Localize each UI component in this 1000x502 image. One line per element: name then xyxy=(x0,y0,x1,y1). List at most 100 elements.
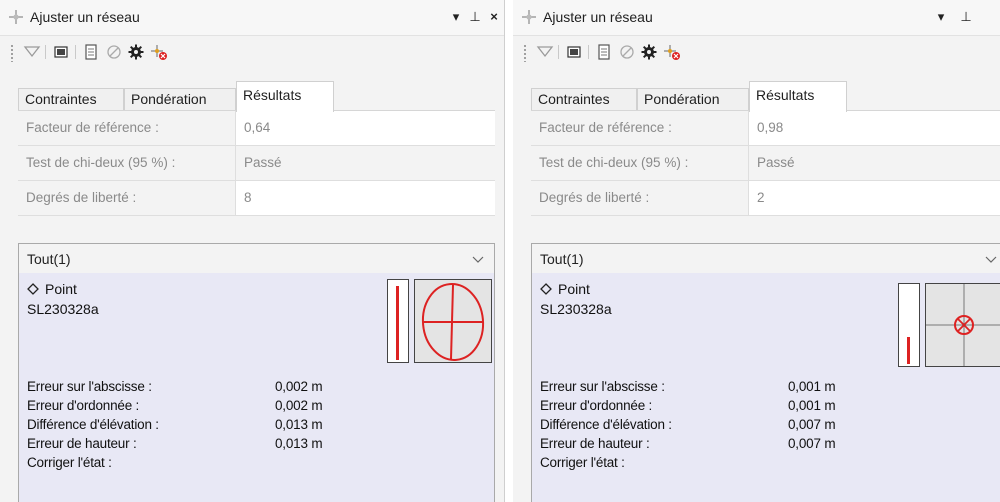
stat-label: Différence d'élévation : xyxy=(27,417,159,432)
point-header: Point xyxy=(540,281,590,297)
filter-icon[interactable] xyxy=(23,43,41,61)
pin-icon[interactable]: ⊥ xyxy=(958,8,974,26)
display-icon[interactable] xyxy=(565,43,583,61)
cancel-icon[interactable] xyxy=(618,43,636,61)
crosshair-icon xyxy=(522,10,536,24)
filter-dropdown[interactable]: Tout(1) xyxy=(531,243,1000,274)
stat-value: 0,001 m xyxy=(788,398,836,413)
vertical-error-bar xyxy=(907,337,910,364)
point-details: Point SL230328a Erreur sur l'abscisse : 0… xyxy=(18,273,495,502)
property-row: Test de chi-deux (95 %) : Passé xyxy=(18,146,495,181)
error-ellipse-icon xyxy=(421,283,485,361)
filter-dropdown[interactable]: Tout(1) xyxy=(18,243,495,274)
property-label: Degrés de liberté : xyxy=(531,181,749,215)
toolbar-separator xyxy=(558,45,559,59)
close-icon[interactable]: × xyxy=(486,8,502,26)
property-row: Test de chi-deux (95 %) : Passé xyxy=(531,146,1000,181)
cancel-icon[interactable] xyxy=(105,43,123,61)
stat-label: Erreur sur l'abscisse : xyxy=(27,379,152,394)
panel-titlebar: Ajuster un réseau ▾ ⊥ × xyxy=(0,0,504,36)
stat-label: Corriger l'état : xyxy=(540,455,625,470)
stat-label: Erreur de hauteur : xyxy=(540,436,650,451)
report-icon[interactable] xyxy=(82,43,100,61)
panel-toolbar xyxy=(0,38,504,66)
panel-menu-dropdown-icon[interactable]: ▾ xyxy=(448,8,464,26)
point-diamond-icon xyxy=(540,283,552,295)
adjust-network-icon[interactable] xyxy=(663,43,681,61)
filter-dropdown-value: Tout(1) xyxy=(27,251,71,267)
chevron-down-icon xyxy=(985,256,997,263)
point-diamond-icon xyxy=(27,283,39,295)
filter-icon[interactable] xyxy=(536,43,554,61)
stat-label: Erreur d'ordonnée : xyxy=(540,398,653,413)
panel-toolbar xyxy=(513,38,1000,66)
property-label: Degrés de liberté : xyxy=(18,181,236,215)
stat-value: 0,007 m xyxy=(788,417,836,432)
point-details: Point SL230328a Erreur sur l'abscisse : 0… xyxy=(531,273,1000,502)
vertical-error-bar xyxy=(396,286,399,360)
stat-value: 0,002 m xyxy=(275,379,323,394)
toolbar-separator xyxy=(588,45,589,59)
error-bar-graphic xyxy=(387,279,409,363)
panel-menu-dropdown-icon[interactable]: ▾ xyxy=(933,8,949,26)
stat-value: 0,002 m xyxy=(275,398,323,413)
property-row: Degrés de liberté : 8 xyxy=(18,181,495,216)
pin-icon[interactable]: ⊥ xyxy=(467,8,483,26)
results-property-grid: Facteur de référence : 0,64 Test de chi-… xyxy=(18,110,495,216)
panel-title: Ajuster un réseau xyxy=(30,9,140,25)
property-value: 8 xyxy=(236,181,495,215)
stat-label: Erreur d'ordonnée : xyxy=(27,398,140,413)
tab-resultats[interactable]: Résultats xyxy=(236,81,334,112)
error-ellipse-graphic xyxy=(925,283,1000,367)
settings-gear-icon[interactable] xyxy=(127,43,145,61)
panel-title: Ajuster un réseau xyxy=(543,9,653,25)
point-type: Point xyxy=(558,281,590,297)
error-bar-graphic xyxy=(898,283,920,367)
adjust-network-panel-right: Ajuster un réseau ▾ ⊥ Contraintes Pondér… xyxy=(513,0,1000,502)
stat-value: 0,007 m xyxy=(788,436,836,451)
stat-label: Différence d'élévation : xyxy=(540,417,672,432)
settings-gear-icon[interactable] xyxy=(640,43,658,61)
toolbar-separator xyxy=(45,45,46,59)
tab-resultats[interactable]: Résultats xyxy=(749,81,847,112)
stat-label: Erreur de hauteur : xyxy=(27,436,137,451)
property-value: 0,64 xyxy=(236,111,495,145)
tab-ponderation[interactable]: Pondération xyxy=(124,88,236,111)
property-value: 2 xyxy=(749,181,1000,215)
stat-value: 0,013 m xyxy=(275,436,323,451)
filter-dropdown-value: Tout(1) xyxy=(540,251,584,267)
tab-contraintes[interactable]: Contraintes xyxy=(18,88,124,111)
property-label: Test de chi-deux (95 %) : xyxy=(18,146,236,180)
stat-label: Erreur sur l'abscisse : xyxy=(540,379,665,394)
error-ellipse-icon xyxy=(926,284,1000,366)
property-row: Facteur de référence : 0,64 xyxy=(18,111,495,146)
toolbar-grip-icon[interactable] xyxy=(523,44,527,62)
report-icon[interactable] xyxy=(595,43,613,61)
chevron-down-icon xyxy=(472,256,484,263)
panel-gap xyxy=(505,0,513,502)
tab-contraintes[interactable]: Contraintes xyxy=(531,88,637,111)
adjust-network-panel-left: Ajuster un réseau ▾ ⊥ × Contraintes Pond… xyxy=(0,0,505,502)
point-header: Point xyxy=(27,281,77,297)
property-row: Facteur de référence : 0,98 xyxy=(531,111,1000,146)
toolbar-grip-icon[interactable] xyxy=(10,44,14,62)
error-ellipse-graphic xyxy=(414,279,492,363)
property-label: Test de chi-deux (95 %) : xyxy=(531,146,749,180)
property-value: Passé xyxy=(749,146,1000,180)
results-property-grid: Facteur de référence : 0,98 Test de chi-… xyxy=(531,110,1000,216)
stat-value: 0,013 m xyxy=(275,417,323,432)
display-icon[interactable] xyxy=(52,43,70,61)
crosshair-icon xyxy=(9,10,23,24)
toolbar-separator xyxy=(75,45,76,59)
property-value: Passé xyxy=(236,146,495,180)
stat-label: Corriger l'état : xyxy=(27,455,112,470)
panel-titlebar: Ajuster un réseau ▾ ⊥ xyxy=(513,0,1000,36)
property-label: Facteur de référence : xyxy=(531,111,749,145)
property-value: 0,98 xyxy=(749,111,1000,145)
point-name: SL230328a xyxy=(27,301,99,317)
adjust-network-icon[interactable] xyxy=(150,43,168,61)
property-label: Facteur de référence : xyxy=(18,111,236,145)
tab-ponderation[interactable]: Pondération xyxy=(637,88,749,111)
stat-value: 0,001 m xyxy=(788,379,836,394)
property-row: Degrés de liberté : 2 xyxy=(531,181,1000,216)
